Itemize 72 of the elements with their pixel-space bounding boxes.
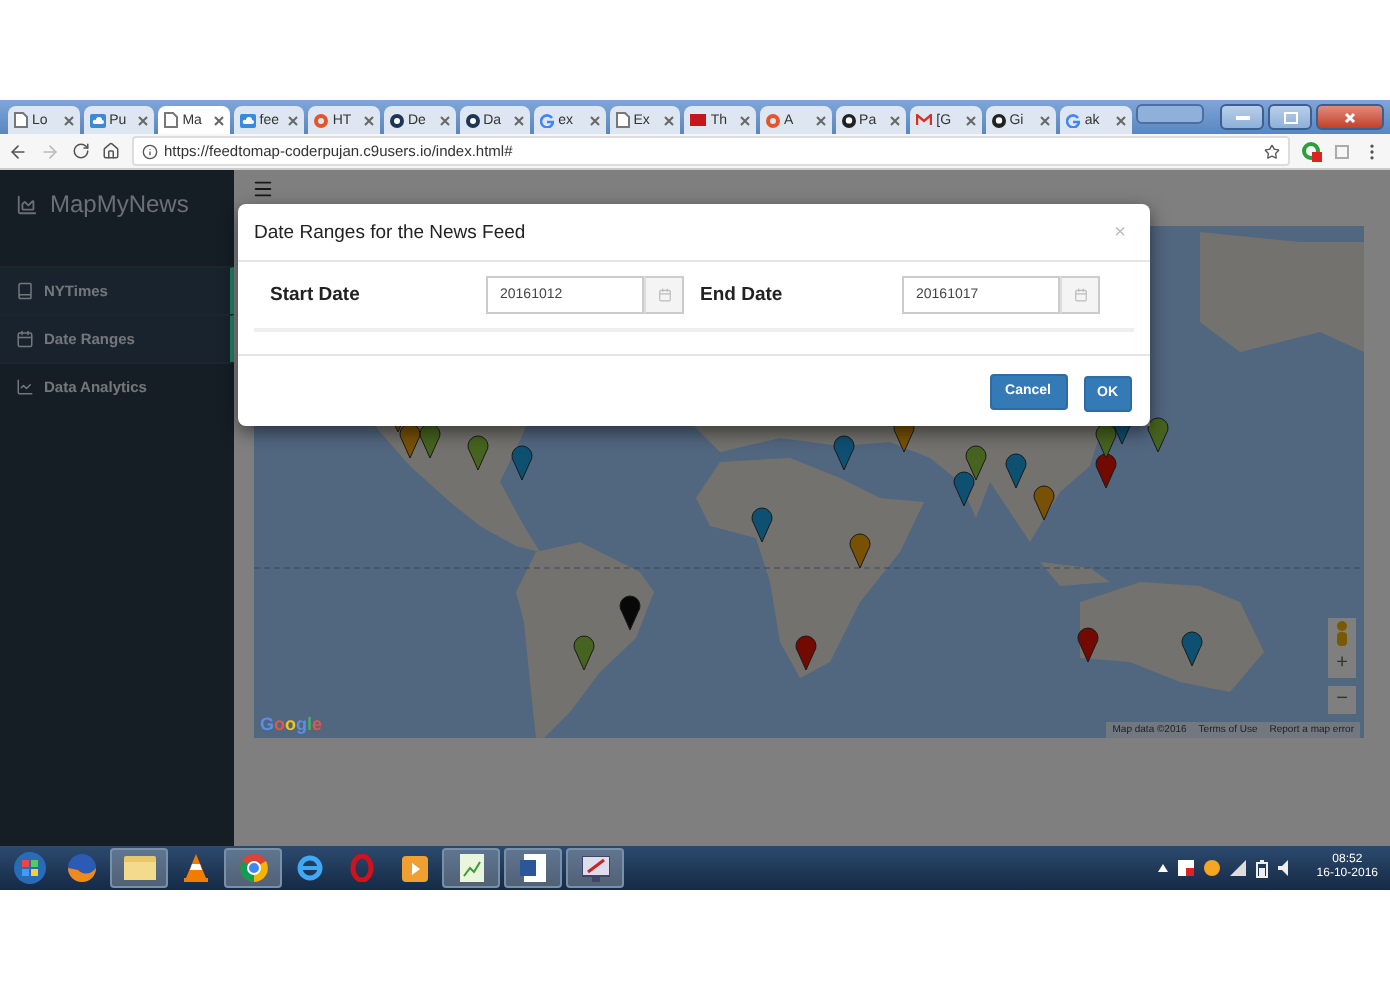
home-icon[interactable] xyxy=(102,142,120,160)
close-icon[interactable] xyxy=(63,115,74,125)
close-icon[interactable] xyxy=(213,115,224,125)
field-label: End Date xyxy=(698,284,785,306)
menu-icon[interactable] xyxy=(252,178,274,200)
close-icon[interactable] xyxy=(1115,115,1126,125)
battery-icon[interactable] xyxy=(1256,859,1269,877)
close-icon[interactable] xyxy=(138,115,149,125)
line-chart-icon xyxy=(16,378,34,396)
orb-icon xyxy=(14,852,46,884)
reload-icon[interactable] xyxy=(72,142,90,160)
g-logo-icon xyxy=(1066,113,1081,127)
folder-icon xyxy=(123,856,155,880)
close-icon[interactable] xyxy=(965,115,976,125)
page-icon xyxy=(164,112,179,128)
maximize-icon xyxy=(1283,111,1297,123)
close-icon[interactable] xyxy=(815,115,826,125)
area-chart-icon xyxy=(16,193,38,215)
dialog-title: Date Ranges for the News Feed xyxy=(254,221,526,243)
chrome-icon xyxy=(239,854,267,882)
badge-icon xyxy=(690,114,707,126)
flag-icon[interactable] xyxy=(1178,860,1195,876)
close-icon[interactable] xyxy=(739,115,750,125)
calendar-icon xyxy=(16,330,34,348)
close-icon[interactable] xyxy=(439,115,450,125)
close-icon[interactable] xyxy=(514,115,525,125)
close-icon[interactable] xyxy=(1040,115,1051,125)
close-icon[interactable] xyxy=(363,115,374,125)
close-icon[interactable] xyxy=(589,115,600,125)
g-logo-icon xyxy=(540,113,555,127)
page-icon xyxy=(14,112,28,128)
ring-icon xyxy=(350,854,374,882)
ring-icon xyxy=(314,113,329,127)
cloud-icon xyxy=(89,113,106,127)
e-logo-icon xyxy=(296,854,324,882)
disc-icon xyxy=(389,113,404,127)
minimize-icon xyxy=(1235,114,1249,120)
book-icon xyxy=(16,282,34,300)
minimize-button[interactable] xyxy=(1220,104,1264,130)
signal-icon[interactable] xyxy=(1230,860,1247,876)
extension-icon[interactable] xyxy=(1302,141,1322,161)
brand-title: MapMyNews xyxy=(50,190,189,218)
up-caret-icon[interactable] xyxy=(1158,864,1169,872)
octocat-icon xyxy=(841,113,856,127)
cloud-icon xyxy=(239,113,256,127)
document-icon xyxy=(520,854,546,882)
info-icon[interactable] xyxy=(142,143,158,159)
close-window-button[interactable] xyxy=(1316,104,1384,130)
star-icon[interactable] xyxy=(1264,143,1280,159)
close-icon xyxy=(1344,111,1356,123)
disc-icon xyxy=(465,113,480,127)
maximize-button[interactable] xyxy=(1268,104,1312,130)
field-label: Start Date xyxy=(268,284,362,306)
play-icon xyxy=(401,855,427,881)
calendar-icon xyxy=(657,288,671,302)
close-icon[interactable] xyxy=(890,115,901,125)
chart-icon xyxy=(459,854,483,882)
close-icon[interactable] xyxy=(288,115,299,125)
traffic-cone-icon xyxy=(184,854,208,882)
back-icon[interactable] xyxy=(8,141,28,161)
monitor-icon xyxy=(581,855,609,881)
page-icon xyxy=(615,112,630,128)
ring-icon xyxy=(765,113,780,127)
fox-globe-icon xyxy=(68,854,96,882)
calendar-icon xyxy=(1073,288,1087,302)
taskbar-button[interactable] xyxy=(504,848,562,888)
close-icon[interactable] xyxy=(664,115,675,125)
map-logo: Google xyxy=(260,714,323,734)
circle-icon[interactable] xyxy=(1204,860,1221,876)
mail-icon xyxy=(916,114,933,126)
octocat-icon xyxy=(991,113,1006,127)
taskbar-button[interactable] xyxy=(566,848,624,888)
